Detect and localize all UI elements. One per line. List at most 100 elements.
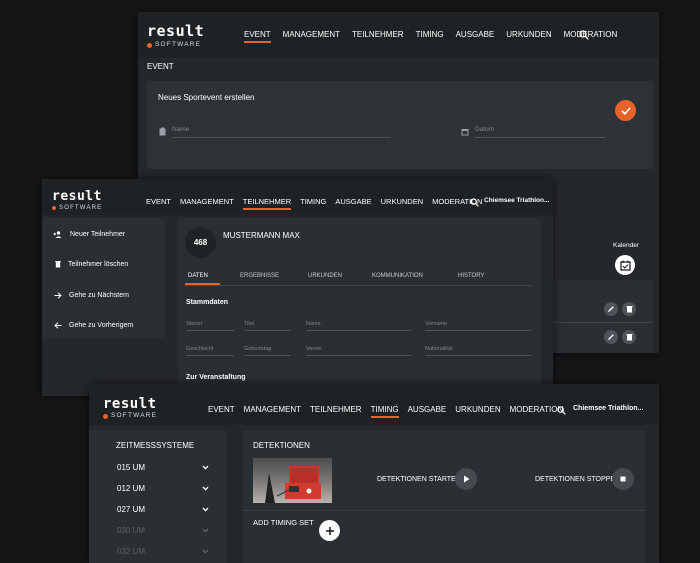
nav-urkunden[interactable]: URKUNDEN <box>381 197 424 206</box>
nav-urkunden[interactable]: URKUNDEN <box>506 30 551 39</box>
tab-urkunden[interactable]: URKUNDEN <box>308 273 342 279</box>
section-title: EVENT <box>147 62 174 71</box>
stop-detections-label: DETEKTIONEN STOPPEN <box>535 476 621 483</box>
chevron-down-icon <box>202 549 209 554</box>
nav-management[interactable]: MANAGEMENT <box>180 197 234 206</box>
geschlecht-field[interactable]: Geschlecht <box>186 346 234 356</box>
sidebar-item-label: Teilnehmer löschen <box>68 260 129 268</box>
calendar-button[interactable] <box>615 255 635 275</box>
nav-management[interactable]: MANAGEMENT <box>244 405 301 414</box>
participant-name: MUSTERMANN MAX <box>223 231 300 240</box>
search-icon[interactable] <box>578 29 590 41</box>
result-software-logo: result SOFTWARE <box>52 189 103 211</box>
start-detections-button[interactable] <box>455 468 477 490</box>
action-sidebar: Neuer Teilnehmer Teilnehmer löschen Gehe… <box>42 218 165 338</box>
play-icon <box>463 475 469 483</box>
system-012[interactable]: 012 UM <box>89 482 226 494</box>
calendar-label: Kalender <box>613 242 640 249</box>
tab-daten[interactable]: DATEN <box>188 273 208 279</box>
name-field[interactable]: Name <box>172 126 391 138</box>
start-number-badge: 468 <box>185 227 216 258</box>
sidebar-item-label: Gehe zu Nächstem <box>69 291 129 299</box>
sidebar-item-new-participant[interactable]: Neuer Teilnehmer <box>42 227 165 241</box>
add-timing-set-button[interactable] <box>319 520 340 541</box>
main-nav: EVENT MANAGEMENT TEILNEHMER TIMING AUSGA… <box>208 405 563 418</box>
name-field[interactable]: Name <box>306 321 412 331</box>
pencil-icon <box>608 306 614 312</box>
timing-window: result SOFTWARE EVENT MANAGEMENT TEILNEH… <box>89 384 659 563</box>
sidebar-item-label: Gehe zu Vorherigem <box>69 321 134 329</box>
chevron-down-icon <box>202 528 209 533</box>
stop-detections-button[interactable] <box>612 468 634 490</box>
new-event-card: Neues Sportevent erstellen Name Datum <box>147 81 653 169</box>
participant-window: result SOFTWARE EVENT MANAGEMENT TEILNEH… <box>42 179 553 396</box>
list-divider <box>542 322 653 323</box>
delete-button-2[interactable] <box>622 330 636 344</box>
main-nav: EVENT MANAGEMENT TEILNEHMER TIMING AUSGA… <box>146 197 482 210</box>
chevron-down-icon <box>202 465 209 470</box>
pencil-icon <box>608 334 614 340</box>
system-label: 012 UM <box>117 483 146 493</box>
edit-button[interactable] <box>604 302 618 316</box>
top-bar: result SOFTWARE EVENT MANAGEMENT TEILNEH… <box>138 12 659 58</box>
nav-event[interactable]: EVENT <box>208 405 235 414</box>
nav-moderation[interactable]: MODERATION <box>564 30 618 39</box>
system-label: 027 UM <box>117 504 146 514</box>
system-030[interactable]: 030 UM <box>89 524 226 536</box>
event-name[interactable]: Chiemsee Triathlon... <box>484 197 549 204</box>
sidebar-item-previous[interactable]: Gehe zu Vorherigem <box>42 318 165 332</box>
result-software-logo: result SOFTWARE <box>103 396 158 419</box>
verein-field[interactable]: Verein <box>306 346 412 356</box>
confirm-button[interactable] <box>615 100 636 121</box>
tab-ergebnisse[interactable]: ERGEBNISSE <box>240 273 279 279</box>
tab-kommunikation[interactable]: KOMMUNIKATION <box>372 273 423 279</box>
person-add-icon <box>53 230 62 238</box>
card-title: Neues Sportevent erstellen <box>158 93 255 102</box>
add-timing-set-label: ADD TIMING SET <box>253 518 314 527</box>
detections-title: DETEKTIONEN <box>253 441 310 450</box>
search-icon[interactable] <box>556 405 566 415</box>
titel-field[interactable]: Titel <box>244 321 291 331</box>
event-name[interactable]: Chiemsee Triathlon... <box>573 405 643 412</box>
nav-ausgabe[interactable]: AUSGABE <box>408 405 447 414</box>
tab-history[interactable]: HISTORY <box>458 273 484 279</box>
nav-management[interactable]: MANAGEMENT <box>283 30 340 39</box>
nationalitaet-field[interactable]: Nationalität <box>425 346 532 356</box>
geburtstag-field[interactable]: Geburtstag <box>244 346 291 356</box>
start-detections-label: DETEKTIONEN STARTEN <box>377 476 461 483</box>
system-015[interactable]: 015 UM <box>89 461 226 473</box>
top-bar: result SOFTWARE EVENT MANAGEMENT TEILNEH… <box>89 384 659 425</box>
nav-teilnehmer[interactable]: TEILNEHMER <box>310 405 362 414</box>
top-bar: result SOFTWARE EVENT MANAGEMENT TEILNEH… <box>42 179 553 215</box>
date-field[interactable]: Datum <box>475 126 605 138</box>
stop-icon <box>620 476 626 482</box>
nav-teilnehmer[interactable]: TEILNEHMER <box>352 30 404 39</box>
nav-ausgabe[interactable]: AUSGABE <box>456 30 495 39</box>
starter-field[interactable]: Starter <box>186 321 234 331</box>
main-nav: EVENT MANAGEMENT TEILNEHMER TIMING AUSGA… <box>244 30 618 43</box>
system-027[interactable]: 027 UM <box>89 503 226 515</box>
sidebar-item-delete-participant[interactable]: Teilnehmer löschen <box>42 257 165 271</box>
nav-teilnehmer[interactable]: TEILNEHMER <box>242 197 292 210</box>
tab-divider <box>185 285 532 286</box>
nav-timing[interactable]: TIMING <box>370 405 399 418</box>
delete-button[interactable] <box>622 302 636 316</box>
nav-event[interactable]: EVENT <box>244 30 271 43</box>
sidebar-item-next[interactable]: Gehe zu Nächstem <box>42 288 165 302</box>
arrow-left-icon <box>53 321 62 329</box>
nav-timing[interactable]: TIMING <box>416 30 444 39</box>
edit-button-2[interactable] <box>604 330 618 344</box>
system-032[interactable]: 032 UM <box>89 545 226 557</box>
result-software-logo: result SOFTWARE <box>147 22 205 48</box>
detections-panel: DETEKTIONEN DETEKTIONEN STARTEN DETEKTIO… <box>243 430 645 563</box>
calendar-small-icon <box>461 127 469 136</box>
nav-event[interactable]: EVENT <box>146 197 171 206</box>
vorname-field[interactable]: Vorname <box>425 321 532 331</box>
nav-timing[interactable]: TIMING <box>300 197 326 206</box>
search-icon[interactable] <box>469 197 479 207</box>
nav-ausgabe[interactable]: AUSGABE <box>335 197 371 206</box>
nav-urkunden[interactable]: URKUNDEN <box>455 405 500 414</box>
system-label: 015 UM <box>117 462 146 472</box>
background-list-panel <box>542 280 653 353</box>
arrow-right-icon <box>53 291 62 299</box>
